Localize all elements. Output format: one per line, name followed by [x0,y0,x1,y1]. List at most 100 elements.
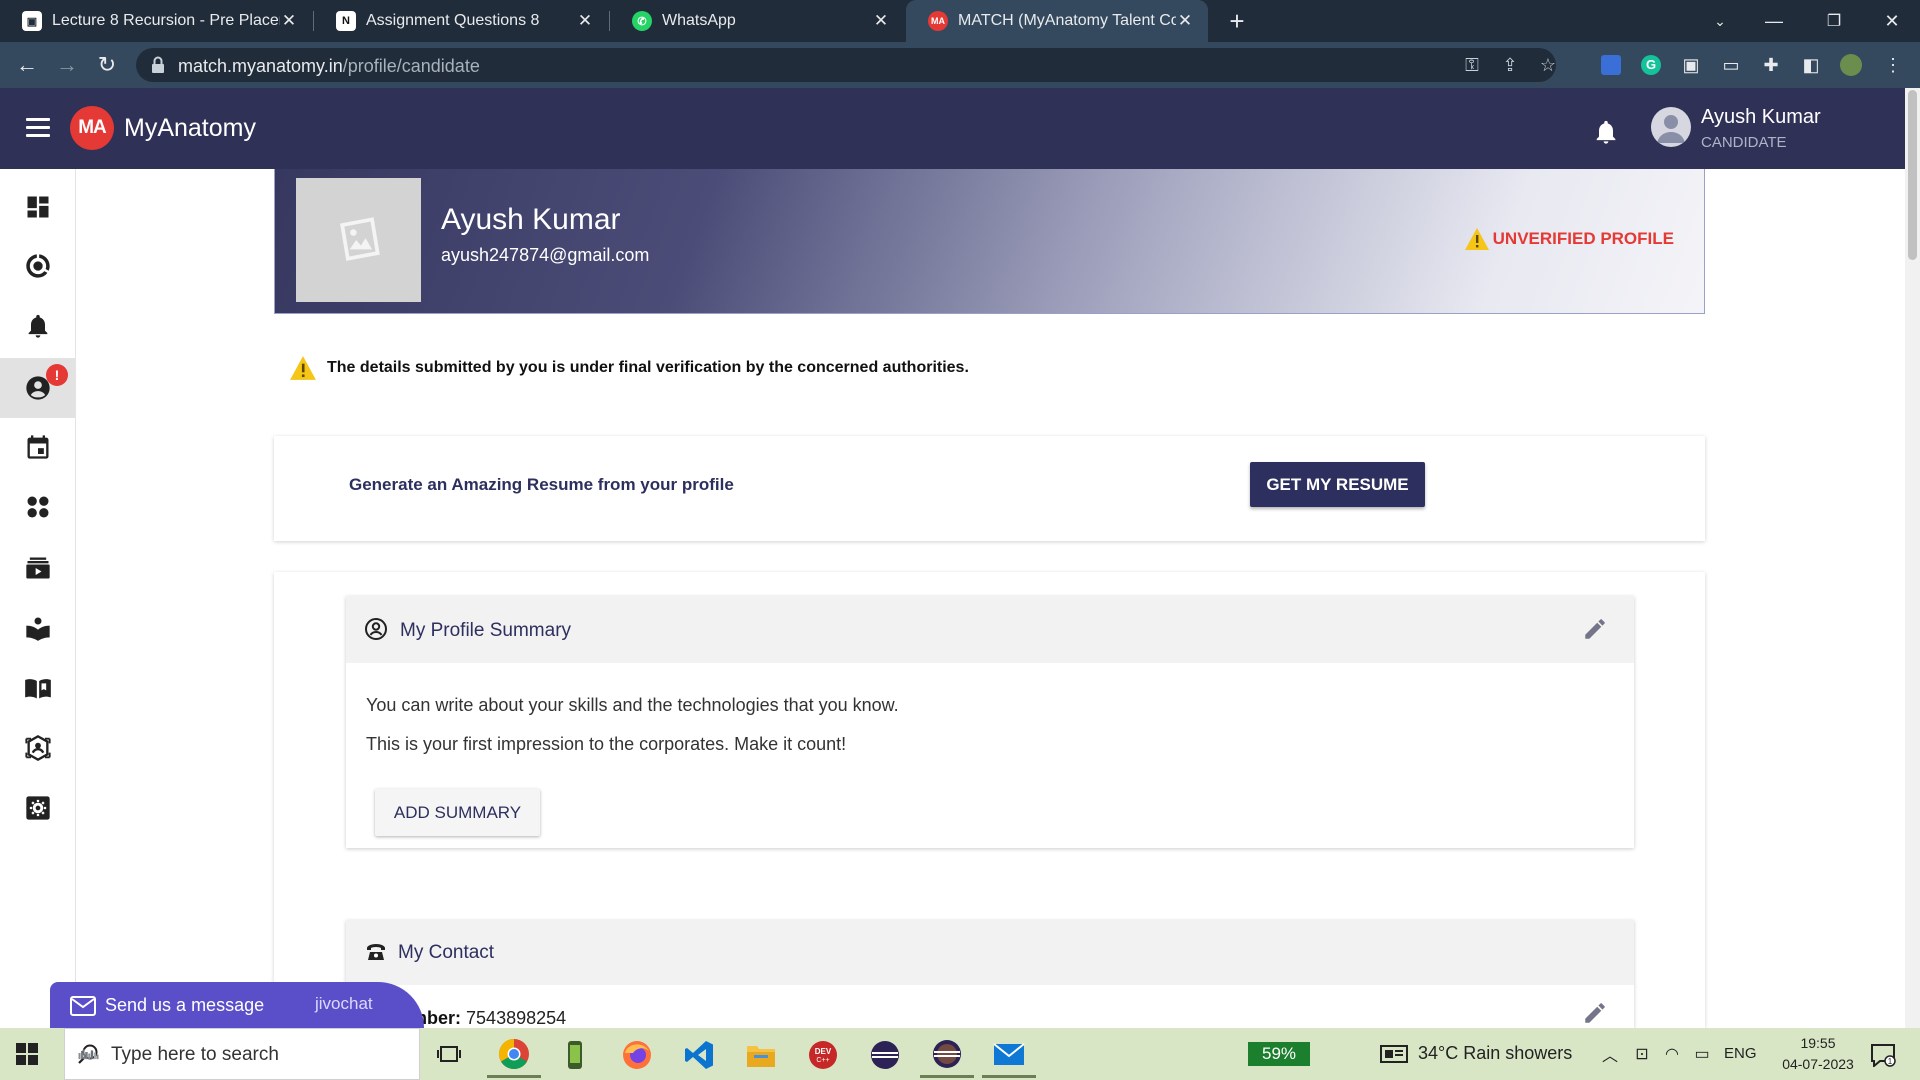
news-weather-icon [1380,1044,1408,1063]
logo-text[interactable]: MyAnatomy [124,114,256,143]
file-explorer-icon[interactable] [734,1032,788,1078]
warning-icon [1464,228,1489,250]
profile-banner: Ayush Kumar ayush247874@gmail.com UNVERI… [274,169,1705,314]
hamburger-menu-icon[interactable] [26,118,50,138]
phone-link-icon[interactable] [548,1032,602,1078]
side-panel-icon[interactable]: ◧ [1798,50,1824,80]
profile-avatar-icon[interactable] [1838,50,1864,80]
scrollbar-thumb[interactable] [1908,90,1917,260]
sidebar-item-notifications[interactable] [0,296,75,356]
restore-button[interactable]: ❐ [1806,0,1862,42]
add-summary-button[interactable]: ADD SUMMARY [375,789,540,836]
avatar[interactable] [1651,107,1691,147]
profile-photo-placeholder[interactable] [296,178,421,302]
task-view-icon[interactable] [422,1032,476,1078]
svg-text:DEV: DEV [815,1047,832,1056]
grammarly-icon[interactable]: G [1638,50,1664,80]
vscode-icon[interactable] [672,1032,726,1078]
telephone-icon [367,944,385,960]
sidebar-item-apps[interactable] [0,477,75,537]
eclipse-icon[interactable] [858,1032,912,1078]
star-icon[interactable]: ☆ [1536,54,1560,76]
close-icon[interactable]: ✕ [872,11,890,31]
eclipse-ide-icon[interactable] [920,1032,974,1078]
minimize-button[interactable]: — [1746,0,1802,42]
kebab-menu-icon[interactable]: ⋮ [1880,50,1906,80]
wifi-icon[interactable]: ◠ [1662,1044,1682,1064]
edit-pencil-icon[interactable] [1582,616,1608,642]
battery-percentage[interactable]: 59% [1248,1042,1310,1066]
chat-label: Send us a message [105,995,265,1015]
video-library-icon [25,557,50,579]
search-placeholder: Type here to search [111,1044,279,1065]
puzzle-extensions-icon[interactable]: ✚ [1758,50,1784,80]
device-icon[interactable]: ⊡ [1632,1044,1652,1064]
unverified-label: UNVERIFIED PROFILE [1492,229,1674,248]
address-bar[interactable]: match.myanatomy.in/profile/candidate ⚿ ⇪… [136,48,1556,82]
weather-widget[interactable]: 34°C Rain showers [1380,1043,1572,1064]
sidebar-item-calendar[interactable] [0,417,75,477]
sidebar-item-analytics[interactable] [0,236,75,296]
section-title: My Contact [398,942,495,963]
page-scrollbar[interactable] [1905,88,1920,1028]
close-icon[interactable]: ✕ [280,11,298,31]
person-outline-icon [365,618,387,640]
tab-search-chevron-icon[interactable]: ⌄ [1692,0,1748,42]
extension-translate-icon[interactable] [1598,50,1624,80]
key-icon[interactable]: ⚿ [1460,54,1484,76]
resume-prompt: Generate an Amazing Resume from your pro… [349,475,734,494]
back-arrow-icon[interactable]: ← [12,50,42,80]
url-text: match.myanatomy.in/profile/candidate [178,56,480,76]
close-window-button[interactable]: ✕ [1864,0,1920,42]
cast-icon[interactable]: ▭ [1718,50,1744,80]
image-placeholder-icon [339,217,380,261]
notification-center-icon[interactable]: 1 [1870,1043,1896,1067]
dashboard-icon [27,196,48,218]
chrome-icon[interactable] [487,1032,541,1078]
unverified-profile-status: UNVERIFIED PROFILE [1464,227,1674,251]
close-icon[interactable]: ✕ [576,11,594,31]
verification-text: The details submitted by you is under fi… [327,359,969,376]
close-icon[interactable]: ✕ [1176,11,1194,31]
reload-icon[interactable]: ↻ [92,50,122,80]
firefox-icon[interactable] [610,1032,664,1078]
browser-tab-bar: ▣ Lecture 8 Recursion - Pre Placem ✕ N A… [0,0,1920,42]
user-silhouette-icon [1657,115,1685,143]
taskbar-search-box[interactable]: Type here to search [64,1028,420,1080]
search-highlight-illustration [78,1049,99,1060]
summary-hint-line: This is your first impression to the cor… [366,734,847,754]
get-my-resume-button[interactable]: GET MY RESUME [1250,462,1425,507]
sidebar-item-dashboard[interactable] [0,177,75,237]
chat-widget[interactable]: Send us a message jivochat [50,982,424,1029]
browser-tab[interactable]: N Assignment Questions 8 ✕ [314,0,608,42]
user-name[interactable]: Ayush Kumar [1701,106,1821,129]
browser-tab[interactable]: ✆ WhatsApp ✕ [610,0,904,42]
sidebar-item-profile[interactable]: ! [0,358,75,418]
svg-text:1: 1 [1888,1057,1893,1066]
clock-date[interactable]: 04-07-2023 [1780,1056,1856,1072]
bell-icon[interactable] [1592,118,1620,146]
browser-tab-active[interactable]: MA MATCH (MyAnatomy Talent Conv ✕ [906,0,1208,42]
sidebar-item-videos[interactable] [0,538,75,598]
sidebar-item-settings[interactable] [0,778,75,838]
mail-icon[interactable] [982,1032,1036,1078]
coding-site-favicon: ▣ [22,11,42,31]
browser-tab[interactable]: ▣ Lecture 8 Recursion - Pre Placem ✕ [0,0,312,42]
chevron-up-icon[interactable]: ︿ [1600,1044,1620,1065]
picture-in-picture-icon[interactable]: ▣ [1678,50,1704,80]
tab-title: Assignment Questions 8 [366,12,540,29]
sidebar-item-library[interactable] [0,658,75,718]
new-tab-button[interactable]: + [1222,6,1252,36]
input-language[interactable]: ENG [1724,1045,1757,1062]
candidate-name: Ayush Kumar [441,203,621,236]
sidebar-item-reader[interactable] [0,598,75,658]
dev-cpp-icon[interactable]: DEV C++ [796,1032,850,1078]
sidebar-item-assessments[interactable] [0,718,75,778]
clock-time[interactable]: 19:55 [1790,1035,1846,1051]
forward-arrow-icon[interactable]: → [52,50,82,80]
windows-start-icon[interactable] [16,1043,38,1065]
edit-pencil-icon[interactable] [1582,1000,1608,1026]
myanatomy-logo[interactable]: MA [70,106,114,150]
share-icon[interactable]: ⇪ [1498,54,1522,76]
battery-icon[interactable]: ▭ [1692,1044,1712,1064]
